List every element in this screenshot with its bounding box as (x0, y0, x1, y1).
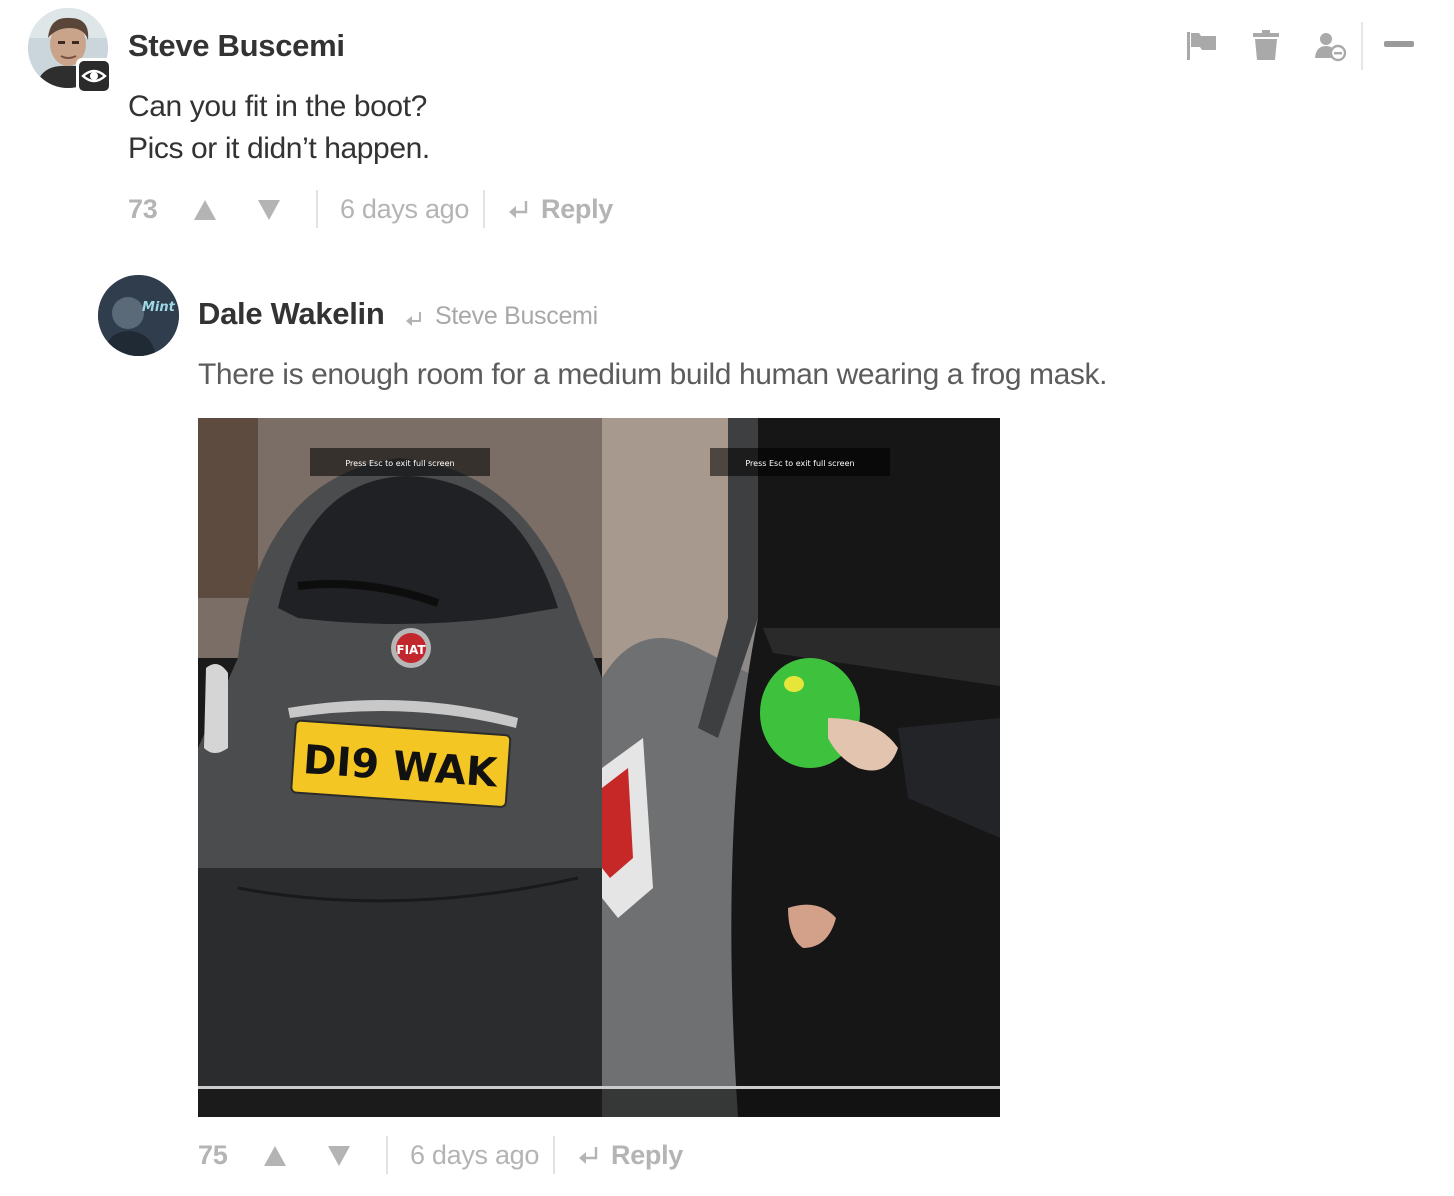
avatar-logo-text: Mint (142, 300, 176, 315)
meta-divider (553, 1136, 555, 1174)
downvote-icon[interactable] (256, 198, 282, 222)
comment-timestamp[interactable]: 6 days ago (410, 1140, 539, 1171)
block-user-icon[interactable] (1314, 30, 1346, 62)
avatar-photo: Mint (98, 275, 179, 356)
eye-icon (81, 69, 107, 83)
reply-icon[interactable] (506, 198, 530, 222)
flag-icon[interactable] (1185, 30, 1219, 62)
reply-button[interactable]: Reply (611, 1140, 683, 1171)
fiat-badge-text: FIAT (396, 643, 426, 657)
comment-body-line: Pics or it didn’t happen. (128, 132, 430, 165)
meta-divider (316, 190, 318, 228)
comment-body-line: There is enough room for a medium build … (198, 358, 1108, 391)
upvote-icon[interactable] (262, 1144, 288, 1168)
watching-badge (76, 58, 112, 94)
reply-icon[interactable] (576, 1144, 600, 1168)
comment-timestamp[interactable]: 6 days ago (340, 194, 469, 225)
reply-to-icon (406, 312, 421, 326)
upvote-icon[interactable] (192, 198, 218, 222)
comment-author[interactable]: Dale Wakelin (198, 296, 385, 332)
car-boot-photo: FIAT DI9 WAK Press Esc to exit full scre… (198, 418, 1000, 1117)
reply-to-author[interactable]: Steve Buscemi (435, 302, 598, 331)
fullscreen-hint-right: Press Esc to exit full screen (745, 459, 854, 468)
meta-divider (483, 190, 485, 228)
reply-button[interactable]: Reply (541, 194, 613, 225)
meta-divider (386, 1136, 388, 1174)
fullscreen-hint-left: Press Esc to exit full screen (345, 459, 454, 468)
comment-body-line: Can you fit in the boot? (128, 90, 427, 123)
vote-score: 75 (198, 1140, 228, 1170)
comment-image[interactable]: FIAT DI9 WAK Press Esc to exit full scre… (198, 418, 1000, 1117)
downvote-icon[interactable] (326, 1144, 352, 1168)
collapse-icon[interactable] (1384, 41, 1414, 47)
avatar[interactable]: Mint (98, 275, 179, 356)
comment-author[interactable]: Steve Buscemi (128, 28, 345, 64)
trash-icon[interactable] (1252, 29, 1280, 61)
toolbar-divider (1361, 22, 1363, 70)
vote-score: 73 (128, 194, 158, 224)
